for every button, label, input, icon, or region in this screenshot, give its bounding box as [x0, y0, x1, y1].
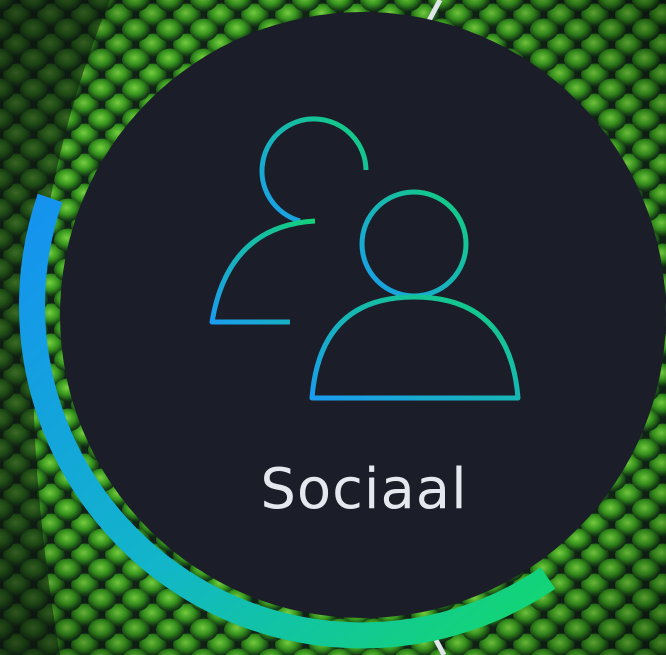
badge-graphic [0, 0, 666, 655]
badge-circle [60, 12, 666, 618]
badge-label: Sociaal [260, 457, 468, 522]
badge-stage: Sociaal [0, 0, 666, 655]
